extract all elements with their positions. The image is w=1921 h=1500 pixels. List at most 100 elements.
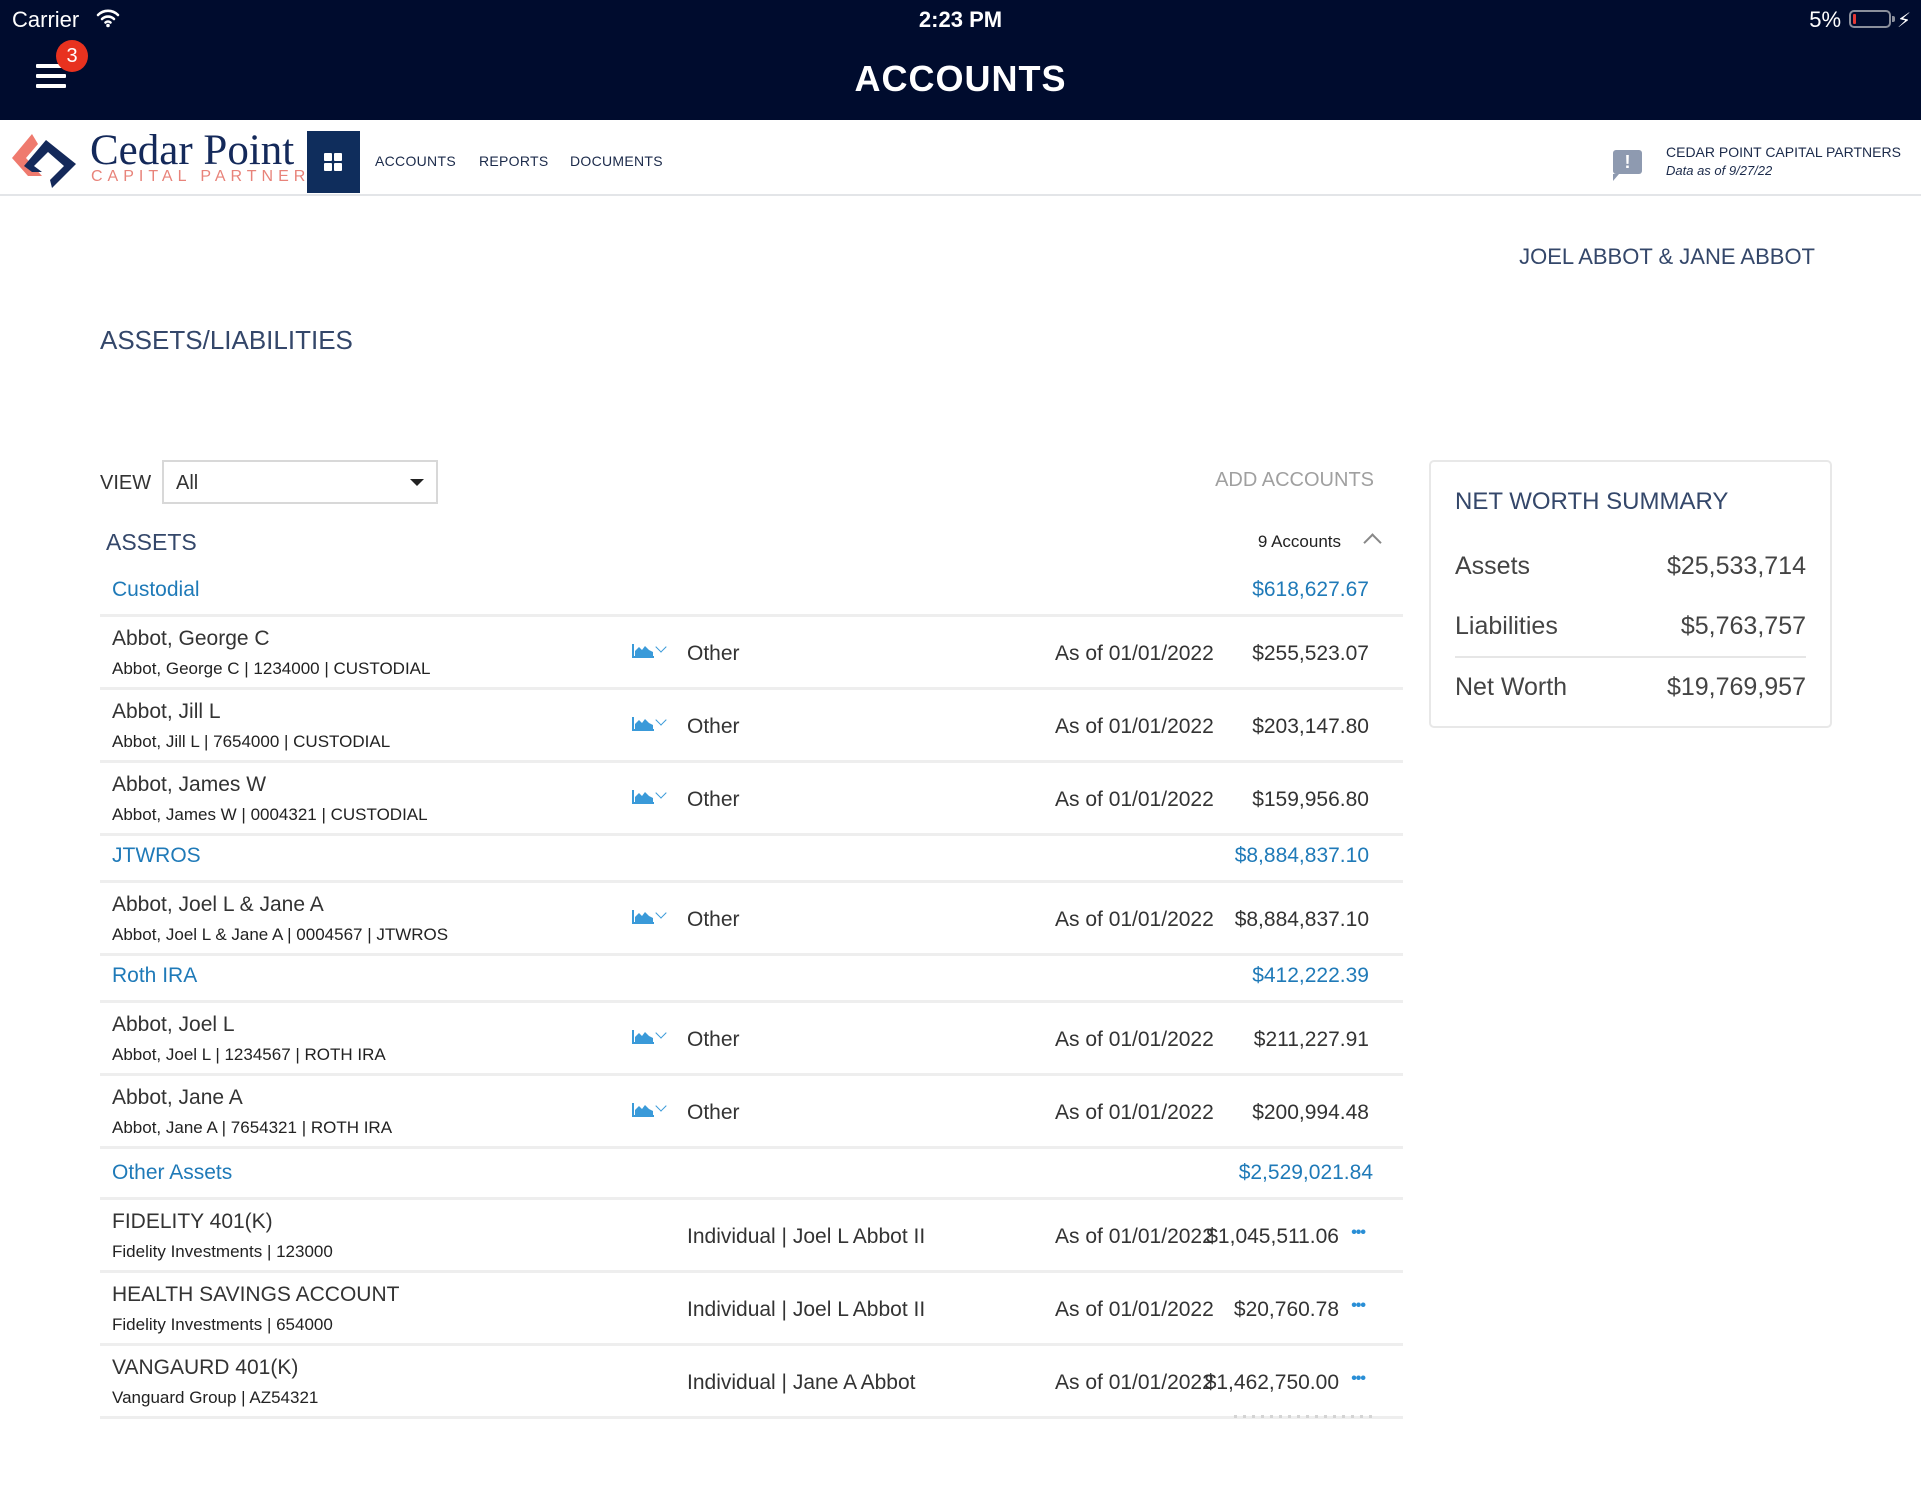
account-type: Other xyxy=(687,1101,740,1124)
view-select-value: All xyxy=(176,472,199,494)
account-detail: Abbot, Jane A | 7654321 | ROTH IRA xyxy=(112,1118,393,1137)
net-worth-label: Net Worth xyxy=(1455,673,1568,701)
account-name: Abbot, George C xyxy=(112,627,270,650)
account-amount: $159,956.80 xyxy=(1252,788,1369,811)
account-detail: Abbot, Jill L | 7654000 | CUSTODIAL xyxy=(112,732,391,751)
chevron-down-icon[interactable] xyxy=(655,1027,667,1039)
account-row[interactable]: Abbot, James W Abbot, James W | 0004321 … xyxy=(100,763,1403,836)
account-owner: Individual | Joel L Abbot II xyxy=(687,1298,926,1321)
chevron-down-icon[interactable] xyxy=(655,907,667,919)
account-amount: $20,760.78 xyxy=(1233,1298,1339,1321)
charging-icon: ⚡︎ xyxy=(1896,10,1911,32)
assets-value: $25,533,714 xyxy=(1666,552,1806,580)
account-name: Abbot, Joel L & Jane A xyxy=(112,893,324,916)
category-total: $412,222.39 xyxy=(1252,964,1369,987)
account-amount: $203,147.80 xyxy=(1252,715,1369,738)
category-total: $618,627.67 xyxy=(1252,578,1369,601)
account-name: VANGAURD 401(K) xyxy=(112,1356,299,1379)
client-name: JOEL ABBOT & JANE ABBOT xyxy=(1519,244,1815,269)
app-grid-button[interactable] xyxy=(307,131,360,193)
more-options-icon[interactable]: ••• xyxy=(1351,1297,1366,1315)
account-name: Abbot, Jane A xyxy=(112,1086,243,1109)
account-row[interactable]: Abbot, George C Abbot, George C | 123400… xyxy=(100,617,1403,690)
as-of-date: As of 01/01/2022 xyxy=(1055,642,1214,665)
account-count: 9 Accounts xyxy=(1257,532,1341,551)
as-of-date: As of 01/01/2022 xyxy=(1055,715,1214,738)
account-amount: $200,994.48 xyxy=(1252,1101,1369,1124)
as-of-date: As of 01/01/2022 xyxy=(1055,1028,1214,1051)
nav-reports[interactable]: REPORTS xyxy=(479,153,549,169)
account-row[interactable]: Abbot, Jane A Abbot, Jane A | 7654321 | … xyxy=(100,1076,1403,1149)
assets-label: Assets xyxy=(1455,552,1531,580)
as-of-date: As of 01/01/2022 xyxy=(1055,1101,1214,1124)
view-select[interactable]: All xyxy=(162,460,438,504)
category-name: JTWROS xyxy=(112,844,201,867)
category-name: Roth IRA xyxy=(112,964,198,987)
area-chart-icon[interactable] xyxy=(632,1030,654,1044)
area-chart-icon[interactable] xyxy=(632,1103,654,1117)
category-name: Other Assets xyxy=(112,1161,233,1184)
category-other-assets[interactable]: Other Assets $2,529,021.84 xyxy=(100,1149,1403,1200)
account-type: Other xyxy=(687,715,740,738)
account-row[interactable]: VANGAURD 401(K) Vanguard Group | AZ54321… xyxy=(100,1346,1403,1419)
nav-documents[interactable]: DOCUMENTS xyxy=(570,153,663,169)
accounts-table: Custodial $618,627.67 Abbot, George C Ab… xyxy=(100,570,1403,1419)
logo-icon xyxy=(12,134,76,188)
account-type: Other xyxy=(687,908,740,931)
account-amount: $1,045,511.06 xyxy=(1206,1225,1339,1248)
account-row[interactable]: FIDELITY 401(K) Fidelity Investments | 1… xyxy=(100,1200,1403,1273)
view-label: VIEW xyxy=(100,472,152,494)
account-row[interactable]: HEALTH SAVINGS ACCOUNT Fidelity Investme… xyxy=(100,1273,1403,1346)
clock: 2:23 PM xyxy=(918,7,1003,32)
net-worth-summary-card: NET WORTH SUMMARY Assets $25,533,714 Lia… xyxy=(1429,460,1832,728)
account-row[interactable]: Abbot, Joel L Abbot, Joel L | 1234567 | … xyxy=(100,1003,1403,1076)
area-chart-icon[interactable] xyxy=(632,910,654,924)
chevron-down-icon[interactable] xyxy=(655,787,667,799)
as-of-date: As of 01/01/2022 xyxy=(1055,1225,1214,1248)
account-type: Other xyxy=(687,642,740,665)
chevron-up-icon[interactable] xyxy=(1363,533,1382,552)
section-heading: ASSETS/LIABILITIES xyxy=(100,325,353,355)
account-type: Other xyxy=(687,788,740,811)
account-owner: Individual | Joel L Abbot II xyxy=(687,1225,926,1248)
account-detail: Fidelity Investments | 123000 xyxy=(112,1242,333,1261)
firm-name: CEDAR POINT CAPITAL PARTNERS xyxy=(1666,144,1901,160)
alert-message-icon[interactable]: ! xyxy=(1613,150,1642,181)
battery-percent: 5% xyxy=(1809,7,1841,32)
chevron-down-icon[interactable] xyxy=(655,641,667,653)
account-row[interactable]: Abbot, Jill L Abbot, Jill L | 7654000 | … xyxy=(100,690,1403,763)
account-row[interactable]: Abbot, Joel L & Jane A Abbot, Joel L & J… xyxy=(100,883,1403,956)
more-options-icon[interactable]: ••• xyxy=(1351,1224,1366,1242)
category-jtwros[interactable]: JTWROS $8,884,837.10 xyxy=(100,836,1403,883)
as-of-date: As of 01/01/2022 xyxy=(1055,788,1214,811)
data-as-of: Data as of 9/27/22 xyxy=(1666,163,1773,178)
account-detail: Abbot, George C | 1234000 | CUSTODIAL xyxy=(112,659,431,678)
account-amount: $255,523.07 xyxy=(1252,642,1369,665)
caret-down-icon xyxy=(410,479,424,486)
account-type: Other xyxy=(687,1028,740,1051)
account-name: Abbot, James W xyxy=(112,773,267,796)
account-name: FIDELITY 401(K) xyxy=(112,1210,273,1233)
area-chart-icon[interactable] xyxy=(632,790,654,804)
category-roth-ira[interactable]: Roth IRA $412,222.39 xyxy=(100,956,1403,1003)
divider xyxy=(1455,656,1806,658)
area-chart-icon[interactable] xyxy=(632,644,654,658)
net-worth-title: NET WORTH SUMMARY xyxy=(1455,488,1729,515)
category-total: $8,884,837.10 xyxy=(1234,844,1369,867)
cutoff-row-artifact xyxy=(1234,1415,1374,1418)
chevron-down-icon[interactable] xyxy=(655,714,667,726)
more-options-icon[interactable]: ••• xyxy=(1351,1370,1366,1388)
account-detail: Vanguard Group | AZ54321 xyxy=(112,1388,319,1407)
account-name: HEALTH SAVINGS ACCOUNT xyxy=(112,1283,400,1306)
account-name: Abbot, Jill L xyxy=(112,700,221,723)
add-accounts-button[interactable]: ADD ACCOUNTS xyxy=(1215,469,1374,492)
category-custodial[interactable]: Custodial $618,627.67 xyxy=(100,570,1403,617)
brand-subtitle: CAPITAL PARTNERS xyxy=(91,168,326,185)
liabilities-value: $5,763,757 xyxy=(1680,612,1806,640)
chevron-down-icon[interactable] xyxy=(655,1100,667,1112)
nav-accounts[interactable]: ACCOUNTS xyxy=(375,153,456,169)
account-owner: Individual | Jane A Abbot xyxy=(687,1371,916,1394)
area-chart-icon[interactable] xyxy=(632,717,654,731)
category-total: $2,529,021.84 xyxy=(1238,1161,1373,1184)
account-detail: Abbot, Joel L | 1234567 | ROTH IRA xyxy=(112,1045,386,1064)
